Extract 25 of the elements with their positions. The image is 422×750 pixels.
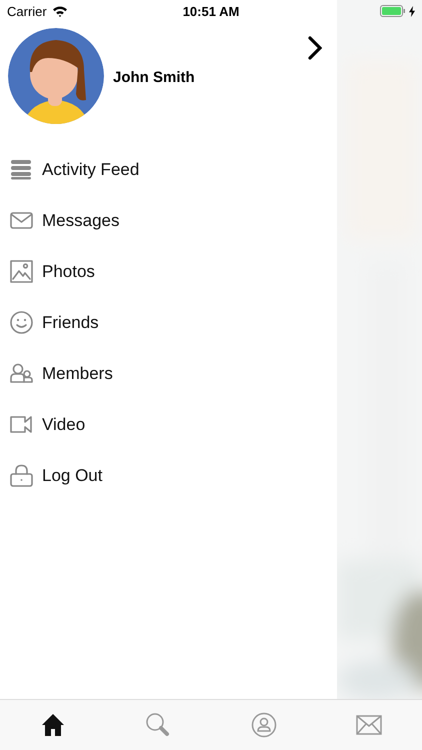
envelope-icon (10, 209, 33, 232)
profile-name: John Smith (113, 68, 195, 86)
carrier-label: Carrier (7, 4, 47, 18)
search-icon[interactable] (145, 712, 172, 738)
wifi-icon (52, 5, 68, 17)
menu-item[interactable]: Activity Feed (0, 144, 337, 195)
menu-item[interactable]: Photos (0, 246, 337, 297)
image-icon (10, 260, 33, 283)
lock-icon (10, 464, 33, 487)
list-icon (10, 158, 33, 181)
menu-item[interactable]: Members (0, 348, 337, 399)
lightning-icon (408, 6, 415, 16)
menu-item[interactable]: Log Out (0, 450, 337, 501)
battery-icon (380, 5, 406, 17)
menu-item[interactable]: Messages (0, 195, 337, 246)
menu-item[interactable]: Friends (0, 297, 337, 348)
clock-time: 10:51 AM (182, 4, 240, 18)
menu-item[interactable]: Video (0, 399, 337, 450)
smiley-icon (10, 311, 33, 334)
avatar-icon (8, 28, 104, 124)
user-icon[interactable] (250, 712, 277, 738)
home-icon[interactable] (40, 712, 66, 738)
chevron-right-icon[interactable] (308, 36, 322, 60)
people-icon (10, 362, 33, 385)
video-camera-icon (10, 413, 33, 436)
